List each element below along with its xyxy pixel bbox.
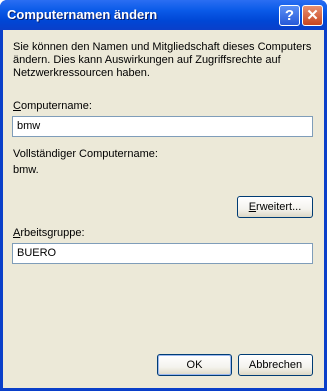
close-button[interactable]: ✕	[302, 5, 323, 26]
computer-name-label-accesskey: C	[13, 100, 21, 112]
workgroup-label-rest: rbeitsgruppe:	[20, 227, 85, 239]
computer-name-input[interactable]: bmw	[12, 116, 313, 137]
advanced-button[interactable]: Erweitert...	[237, 196, 313, 218]
workgroup-input[interactable]: BUERO	[12, 243, 313, 264]
description-text: Sie können den Namen und Mitgliedschaft …	[13, 41, 311, 80]
help-button[interactable]: ?	[279, 5, 300, 26]
advanced-button-accesskey: E	[248, 201, 257, 213]
workgroup-label: Arbeitsgruppe:	[13, 227, 85, 240]
dialog-window: Computernamen ändern ? ✕ Sie können den …	[0, 0, 327, 391]
full-computer-name-label: Vollständiger Computername:	[13, 148, 158, 160]
dialog-body: Sie können den Namen und Mitgliedschaft …	[3, 30, 324, 388]
title-bar[interactable]: Computernamen ändern ? ✕	[0, 0, 327, 30]
close-icon: ✕	[306, 7, 319, 24]
description-line: Netzwerkressourcen haben.	[13, 67, 150, 79]
computer-name-label: Computername:	[13, 100, 92, 113]
help-icon: ?	[284, 7, 295, 24]
description-line: Sie können den Namen und Mitgliedschaft …	[13, 41, 312, 53]
full-computer-name-value: bmw.	[13, 164, 39, 176]
advanced-button-label: rweitert...	[256, 201, 302, 213]
window-title: Computernamen ändern	[7, 7, 158, 22]
cancel-button[interactable]: Abbrechen	[238, 354, 313, 376]
computer-name-label-rest: omputername:	[20, 100, 92, 112]
description-line: ändern. Dies kann Auswirkungen auf Zugri…	[13, 54, 281, 66]
ok-button[interactable]: OK	[157, 354, 232, 376]
